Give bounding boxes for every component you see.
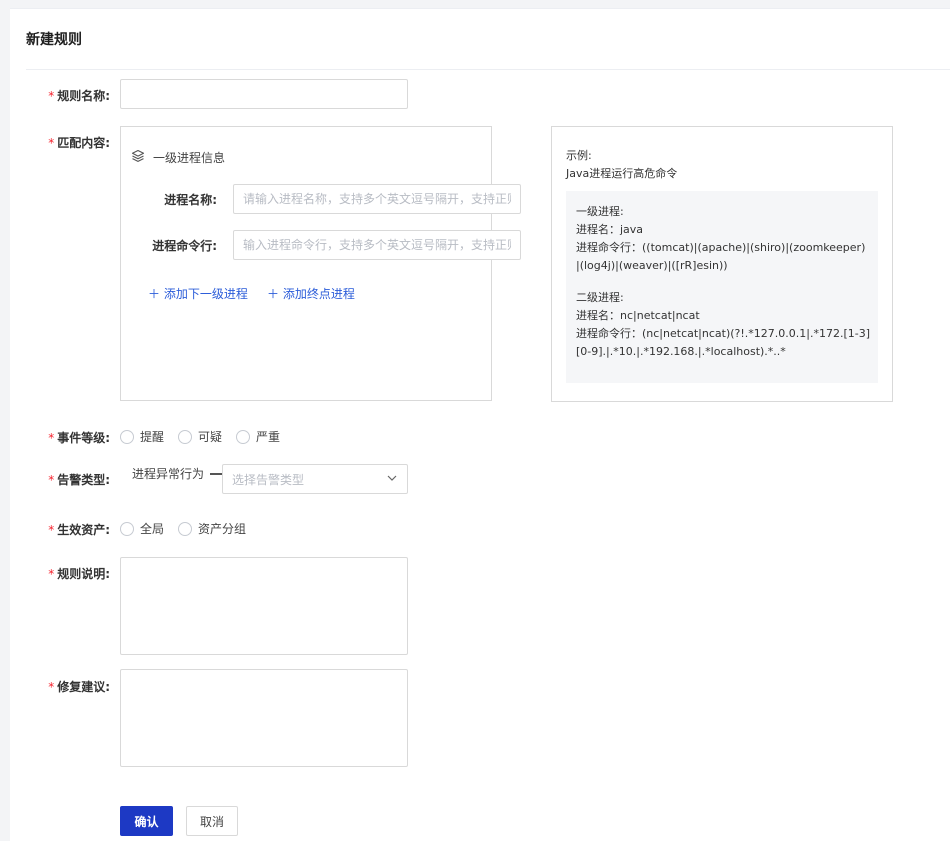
add-end-process-link[interactable]: ＋ 添加终点进程 <box>267 285 355 302</box>
event-level-option-suspicious[interactable]: 可疑 <box>178 428 222 445</box>
required-mark: * <box>48 523 55 537</box>
required-mark: * <box>48 567 55 581</box>
radio-circle[interactable] <box>120 521 134 536</box>
example-level1-cmd-cont: |(log4j)|(weaver)|([rR]esin)) <box>576 259 728 272</box>
rule-name-input[interactable] <box>120 79 408 109</box>
example-level1-cmd: 进程命令行：((tomcat)|(apache)|(shiro)|(zoomke… <box>576 241 866 254</box>
match-content-label: * 匹配内容: <box>48 136 110 150</box>
header-divider <box>26 69 950 70</box>
match-content-box: 一级进程信息 进程名称: 进程命令行: ＋ 添加下一级进程 ＋ 添加终点进程 <box>120 126 521 401</box>
process-name-label: 进程名称: <box>164 193 217 207</box>
confirm-button[interactable]: 确认 <box>120 806 173 836</box>
add-next-level-link[interactable]: ＋ 添加下一级进程 <box>148 285 248 302</box>
cancel-button[interactable]: 取消 <box>186 806 238 836</box>
event-level-label: * 事件等级: <box>48 431 110 445</box>
radio-circle[interactable] <box>120 429 134 444</box>
process-group-title: 一级进程信息 <box>153 151 226 165</box>
chevron-down-icon <box>386 472 398 487</box>
event-level-option-severe[interactable]: 严重 <box>236 428 280 445</box>
event-level-option-remind[interactable]: 提醒 <box>120 428 164 445</box>
example-level1-heading: 一级进程: <box>576 205 624 218</box>
form-card: 新建规则 *规则名称: *匹配内容: 一级进程信息 进程名称: 进程命令行: ＋… <box>10 8 950 841</box>
event-level-radio-group: 提醒 可疑 严重 <box>120 428 280 445</box>
process-cmd-label: 进程命令行: <box>152 239 217 253</box>
effective-assets-option-group[interactable]: 资产分组 <box>178 520 246 537</box>
alarm-type-prefix-row: 进程异常行为 <box>132 465 228 482</box>
alarm-type-placeholder: 选择告警类型 <box>232 472 305 487</box>
example-subtitle: Java进程运行高危命令 <box>566 167 678 180</box>
effective-assets-label: * 生效资产: <box>48 523 110 537</box>
effective-assets-radio-group: 全局 资产分组 <box>120 520 246 537</box>
required-mark: * <box>48 473 55 487</box>
example-panel: 一级进程: 进程名：java 进程命令行：((tomcat)|(apache)|… <box>566 191 878 383</box>
radio-circle[interactable] <box>178 521 193 536</box>
process-name-input[interactable] <box>233 184 521 214</box>
fix-advice-textarea[interactable] <box>120 669 408 767</box>
rule-desc-textarea[interactable] <box>120 557 408 655</box>
rule-desc-label: * 规则说明: <box>48 567 110 581</box>
example-level1-name: 进程名：java <box>576 223 644 236</box>
radio-circle[interactable] <box>236 429 251 444</box>
alarm-type-prefix: 进程异常行为 <box>132 467 205 481</box>
fix-advice-label: * 修复建议: <box>48 680 110 694</box>
process-group-header: 一级进程信息 <box>131 149 225 166</box>
effective-assets-option-global[interactable]: 全局 <box>120 520 164 537</box>
alarm-type-label: * 告警类型: <box>48 473 110 487</box>
radio-circle[interactable] <box>178 429 193 444</box>
example-level2-cmd-cont: [0-9].|.*10.|.*192.168.|.*localhost).*..… <box>576 345 786 358</box>
layers-icon <box>131 149 145 166</box>
page-title: 新建规则 <box>26 32 82 48</box>
required-mark: * <box>48 680 55 694</box>
process-cmd-input[interactable] <box>233 230 521 260</box>
required-mark: * <box>48 136 55 150</box>
dash-separator <box>210 472 223 475</box>
alarm-type-select[interactable]: 选择告警类型 <box>222 464 408 494</box>
example-level2-name: 进程名：nc|netcat|ncat <box>576 309 700 322</box>
example-level2-cmd: 进程命令行：(nc|netcat|ncat)(?!.*127.0.0.1|.*1… <box>576 327 871 340</box>
example-title: 示例: <box>566 149 592 162</box>
rule-name-label: * 规则名称: <box>48 89 110 103</box>
example-box: 示例: Java进程运行高危命令 一级进程: 进程名：java 进程命令行：((… <box>551 126 893 402</box>
example-level2-heading: 二级进程: <box>576 291 624 304</box>
required-mark: * <box>48 89 55 103</box>
required-mark: * <box>48 431 55 445</box>
